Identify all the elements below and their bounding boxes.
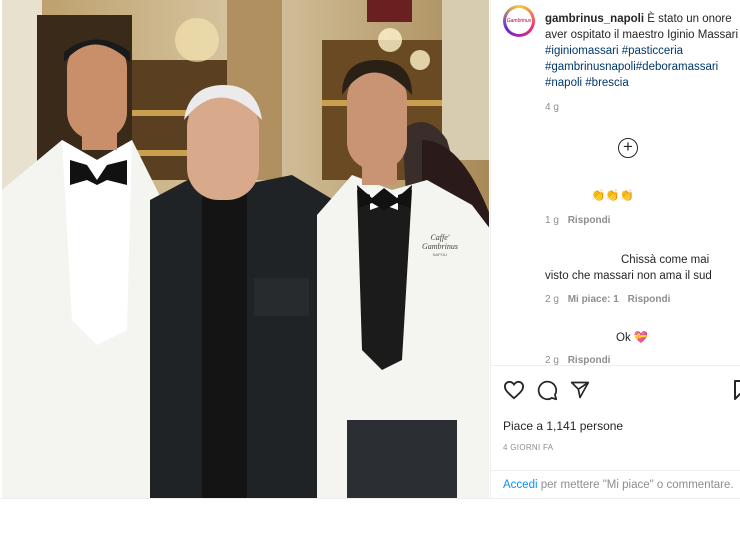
comment-2-reply[interactable]: Rispondi — [628, 294, 671, 305]
avatar[interactable]: Gambrinus — [503, 5, 535, 37]
page-bottom-area — [0, 498, 740, 557]
jacket-logo-line2: Gambrinus — [422, 242, 458, 251]
caption: gambrinus_napoli È stato un onore aver o… — [545, 11, 740, 91]
comment-3-text: Ok 💝 — [616, 332, 649, 344]
comment-bubble-icon[interactable] — [537, 380, 558, 401]
caption-hashtags[interactable]: #iginiomassari #pasticceria #gambrinusna… — [545, 45, 718, 89]
comment-2-text: Chissà come mai visto che massari non am… — [545, 254, 712, 282]
caption-age: 4 g — [545, 102, 559, 113]
post-time-ago: 4 GIORNI FA — [503, 443, 554, 452]
caption-username[interactable]: gambrinus_napoli — [545, 13, 644, 25]
bookmark-icon[interactable] — [734, 380, 740, 400]
likes-count[interactable]: Piace a 1,141 persone — [503, 419, 623, 433]
login-prompt-text: per mettere "Mi piace" o commentare. — [537, 479, 734, 491]
comment-2-likes[interactable]: Mi piace: 1 — [568, 294, 619, 305]
comment-1-meta: 1 g Rispondi — [545, 215, 610, 226]
post-actions: Piace a 1,141 persone 4 GIORNI FA Accedi… — [491, 365, 740, 498]
comment-2-age: 2 g — [545, 294, 559, 305]
comment-1-age: 1 g — [545, 215, 559, 226]
comments-panel[interactable]: Gambrinus gambrinus_napoli È stato un on… — [491, 0, 740, 365]
comment-2-meta: 2 g Mi piace: 1 Rispondi — [545, 294, 670, 305]
jacket-logo-line3: NAPOLI — [433, 252, 448, 257]
comment-3-age: 2 g — [545, 355, 559, 365]
login-prompt: Accedi per mettere "Mi piace" o commenta… — [491, 470, 740, 499]
avatar-logo: Gambrinus — [506, 8, 532, 34]
comment-1-reply[interactable]: Rispondi — [568, 215, 611, 226]
like-heart-icon[interactable] — [503, 380, 525, 400]
photo-illustration: Caffe' Gambrinus NAPOLI — [2, 0, 489, 498]
share-send-icon[interactable] — [570, 380, 590, 400]
comment-3-meta: 2 g Rispondi — [545, 355, 610, 365]
comment-3-reply[interactable]: Rispondi — [568, 355, 611, 365]
post-container: Caffe' Gambrinus NAPOLI Gambrinus gambri… — [0, 0, 740, 498]
post-photo[interactable]: Caffe' Gambrinus NAPOLI — [2, 0, 489, 498]
load-more-comments-button[interactable]: + — [618, 138, 638, 158]
jacket-logo-line1: Caffe' — [430, 233, 449, 242]
comment-1-text: 👏👏👏 — [591, 190, 634, 202]
login-link[interactable]: Accedi — [503, 479, 538, 491]
post-sidebar: Gambrinus gambrinus_napoli È stato un on… — [490, 0, 740, 498]
